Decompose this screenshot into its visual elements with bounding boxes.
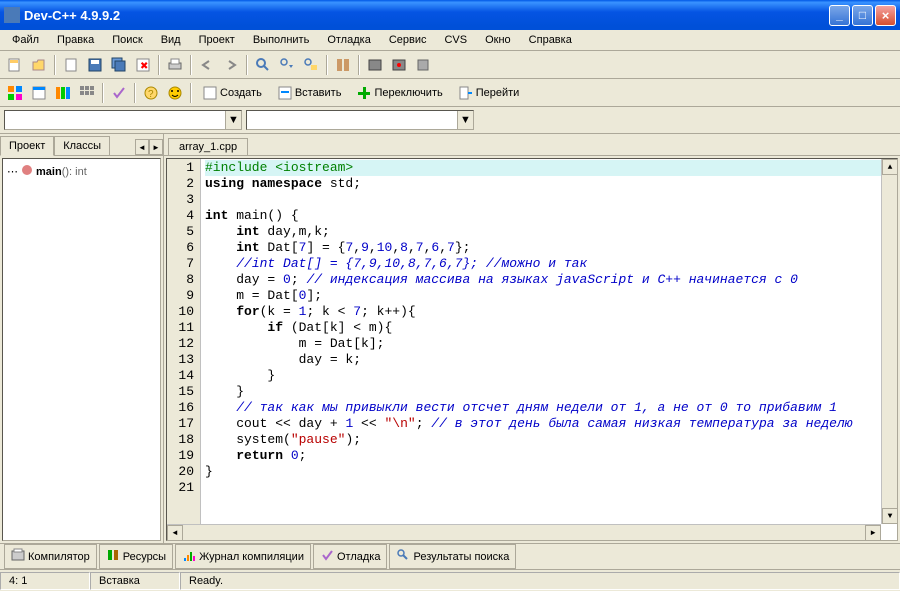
sidebar: Проект Классы ◄ ► ⋯ main(): int [0,134,164,543]
insert-button[interactable]: Вставить [271,82,349,104]
undo-icon[interactable] [196,54,218,76]
title-bar: Dev-C++ 4.9.9.2 _ □ × [0,0,900,30]
find-icon[interactable] [252,54,274,76]
about-icon[interactable] [164,82,186,104]
bottom-tabs: КомпиляторРесурсыЖурнал компиляцииОтладк… [0,543,900,569]
tab-icon [106,548,120,565]
project-tree[interactable]: ⋯ main(): int [2,158,161,541]
function-icon [21,164,33,179]
tab-icon [11,548,25,565]
run-icon[interactable] [364,54,386,76]
status-position: 4: 1 [0,572,90,590]
status-bar: 4: 1 Вставка Ready. [0,569,900,591]
grid4-icon[interactable] [4,82,26,104]
open-file-icon[interactable] [28,54,50,76]
stop-icon[interactable] [412,54,434,76]
find-next-icon[interactable] [276,54,298,76]
code-content[interactable]: #include <iostream>using namespace std; … [201,159,897,540]
svg-text:?: ? [148,89,154,100]
tab-scroll-right[interactable]: ► [149,139,163,155]
help-icon[interactable]: ? [140,82,162,104]
switch-button[interactable]: Переключить [350,82,449,104]
file-tab[interactable]: array_1.cpp [168,138,248,155]
status-mode: Вставка [90,572,180,590]
maximize-button[interactable]: □ [852,5,873,26]
horizontal-scrollbar[interactable]: ◄ ► [167,524,881,540]
menu-справка[interactable]: Справка [521,32,580,48]
toolbar-1: ✖ [0,51,900,79]
bottom-tab-3[interactable]: Отладка [313,544,387,569]
vertical-scrollbar[interactable]: ▲ ▼ [881,159,897,524]
status-state: Ready. [180,572,900,590]
tab-icon [182,548,196,565]
bottom-tab-0[interactable]: Компилятор [4,544,97,569]
replace-icon[interactable] [300,54,322,76]
tab-icon [320,548,334,565]
redo-icon[interactable] [220,54,242,76]
svg-text:✖: ✖ [140,61,148,72]
columns-icon[interactable] [52,82,74,104]
dropdown-2[interactable]: ▼ [246,110,474,130]
goto-button[interactable]: Перейти [452,82,527,104]
menu-файл[interactable]: Файл [4,32,47,48]
bottom-tab-1[interactable]: Ресурсы [99,544,173,569]
window-title: Dev-C++ 4.9.9.2 [24,8,829,23]
close-file-icon[interactable]: ✖ [132,54,154,76]
sidebar-tab-project[interactable]: Проект [0,136,54,156]
check-icon[interactable] [108,82,130,104]
minimize-button[interactable]: _ [829,5,850,26]
create-button[interactable]: Создать [196,82,269,104]
menu-bar: ФайлПравкаПоискВидПроектВыполнитьОтладка… [0,30,900,51]
tab-scroll-left[interactable]: ◄ [135,139,149,155]
new-file-icon[interactable] [4,54,26,76]
sidebar-tab-classes[interactable]: Классы [54,136,110,155]
app-icon [4,7,20,23]
grid-small-icon[interactable] [76,82,98,104]
save-icon[interactable] [84,54,106,76]
tab-icon [396,548,410,565]
menu-сервис[interactable]: Сервис [381,32,435,48]
debug-icon[interactable] [388,54,410,76]
menu-выполнить[interactable]: Выполнить [245,32,317,48]
menu-окно[interactable]: Окно [477,32,519,48]
window-icon[interactable] [28,82,50,104]
close-button[interactable]: × [875,5,896,26]
dropdown-bar: ▼ ▼ [0,107,900,134]
editor-area: array_1.cpp 1234567891011121314151617181… [164,134,900,543]
toolbar-2: ? Создать Вставить Переключить Перейти [0,79,900,107]
tree-item-main[interactable]: ⋯ main(): int [7,163,156,180]
menu-вид[interactable]: Вид [153,32,189,48]
dotted-expand-icon: ⋯ [7,165,18,178]
menu-cvs[interactable]: CVS [436,32,475,48]
save-all-icon[interactable] [108,54,130,76]
bottom-tab-4[interactable]: Результаты поиска [389,544,516,569]
menu-поиск[interactable]: Поиск [104,32,150,48]
menu-правка[interactable]: Правка [49,32,102,48]
menu-отладка[interactable]: Отладка [319,32,378,48]
page-icon[interactable] [60,54,82,76]
print-icon[interactable] [164,54,186,76]
dropdown-1[interactable]: ▼ [4,110,242,130]
bottom-tab-2[interactable]: Журнал компиляции [175,544,311,569]
line-gutter: 123456789101112131415161718192021 [167,159,201,540]
code-editor[interactable]: 123456789101112131415161718192021 #inclu… [166,158,898,541]
compile-icon[interactable] [332,54,354,76]
menu-проект[interactable]: Проект [191,32,243,48]
